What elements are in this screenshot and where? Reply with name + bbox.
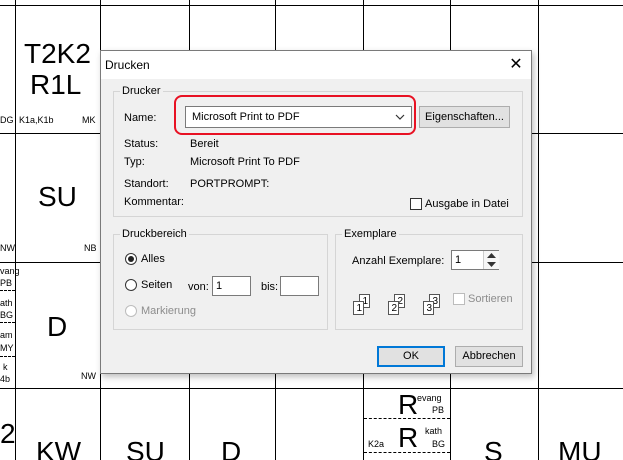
grid-line <box>15 0 16 460</box>
range-pages-radio[interactable] <box>125 279 137 291</box>
status-label: Status: <box>124 138 159 150</box>
printer-name-label: Name: <box>124 112 157 124</box>
print-to-file-label: Ausgabe in Datei <box>425 198 509 210</box>
collate-checkbox[interactable] <box>453 293 465 305</box>
cell-room: R1L <box>30 69 82 100</box>
printer-group-legend: Drucker <box>120 85 163 97</box>
comment-label: Kommentar: <box>124 196 184 208</box>
cell-tag: ath <box>0 298 13 308</box>
grid-line <box>0 388 623 389</box>
range-pages-label: Seiten <box>141 279 173 291</box>
copies-spinner[interactable] <box>483 251 499 269</box>
cell-tag: PB <box>432 405 445 415</box>
grid-line <box>538 0 539 460</box>
from-label: von: <box>188 281 209 293</box>
cell-tag: MK <box>82 115 96 125</box>
cell-tag: k <box>3 362 8 372</box>
cell-tag: K2a <box>368 439 385 449</box>
from-input[interactable]: 1 <box>212 276 251 296</box>
ok-button[interactable]: OK <box>377 346 445 367</box>
print-dialog: Drucken ✕ Drucker Name: Microsoft Print … <box>100 50 532 374</box>
chevron-down-icon <box>395 114 405 120</box>
type-value: Microsoft Print To PDF <box>190 156 300 168</box>
cancel-button[interactable]: Abbrechen <box>455 346 523 367</box>
printer-select[interactable]: Microsoft Print to PDF <box>185 106 412 128</box>
printer-select-value: Microsoft Print to PDF <box>192 111 300 123</box>
cell-tag: evang <box>417 393 442 403</box>
cell-subject: D <box>221 436 242 460</box>
copies-legend: Exemplare <box>342 228 399 240</box>
cell-tag: NW <box>0 243 15 253</box>
cell-course: T2K2 <box>24 38 91 69</box>
cell-subject: SU <box>126 436 165 460</box>
cell-tag: NW <box>81 371 96 381</box>
range-selection-radio[interactable] <box>125 305 137 317</box>
cell-tag: MY <box>0 343 14 353</box>
cell-tag: kath <box>425 426 443 436</box>
spin-up-icon[interactable] <box>487 253 496 258</box>
cell-tag: PB <box>0 278 13 288</box>
page-icon: 1 <box>353 301 364 315</box>
dialog-title: Drucken <box>105 58 150 72</box>
cell-tag: 4b <box>0 374 11 384</box>
cell-period: 2 <box>0 418 16 449</box>
to-input[interactable] <box>280 276 319 296</box>
cell-tag: am <box>0 330 13 340</box>
range-selection-label: Markierung <box>141 305 197 317</box>
cell-subject: SU <box>38 181 77 212</box>
cell-tag: K1a,K1b <box>19 115 54 125</box>
range-all-radio[interactable] <box>125 253 137 265</box>
cell-subject: MU <box>558 436 602 460</box>
page-icon: 3 <box>423 301 434 315</box>
range-all-label: Alles <box>141 253 165 265</box>
status-value: Bereit <box>190 138 219 150</box>
copies-group: Exemplare <box>335 228 523 330</box>
to-label: bis: <box>261 281 279 293</box>
grid-line <box>0 5 623 6</box>
spin-down-icon[interactable] <box>487 262 496 267</box>
close-button[interactable]: ✕ <box>505 55 527 75</box>
cell-subject: S <box>484 436 503 460</box>
type-label: Typ: <box>124 156 145 168</box>
location-value: PORTPROMPT: <box>190 178 270 190</box>
page-icon: 2 <box>388 301 399 315</box>
copies-count-value: 1 <box>455 254 462 266</box>
location-label: Standort: <box>124 178 169 190</box>
copies-count-label: Anzahl Exemplare: <box>352 255 445 267</box>
cell-subject: D <box>47 311 68 342</box>
cell-tag: vang <box>0 266 20 276</box>
cell-tag: NB <box>84 243 97 253</box>
dialog-titlebar[interactable]: Drucken ✕ <box>101 51 531 79</box>
cell-subject: KW <box>36 436 82 460</box>
print-range-legend: Druckbereich <box>120 228 189 240</box>
cell-subject: R <box>398 389 419 420</box>
collate-label: Sortieren <box>468 293 513 305</box>
cell-subject: R <box>398 422 419 453</box>
cell-tag: BG <box>0 310 14 320</box>
cell-tag: BG <box>432 439 446 449</box>
print-to-file-checkbox[interactable] <box>410 198 422 210</box>
properties-button[interactable]: Eigenschaften... <box>419 106 510 128</box>
cell-tag: DG <box>0 115 14 125</box>
